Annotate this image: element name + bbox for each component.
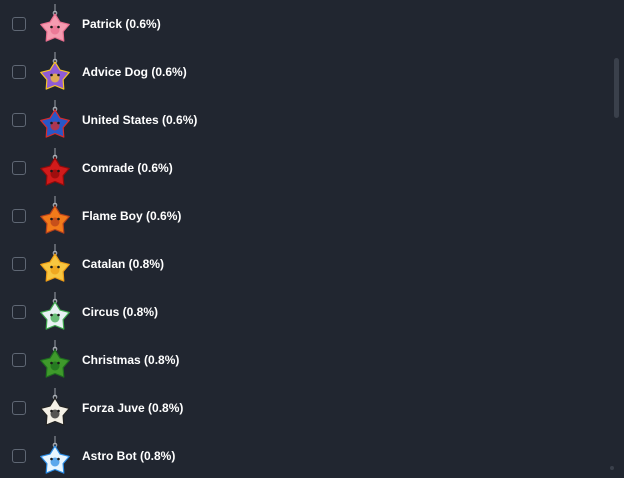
list-item[interactable]: Comrade (0.6%) bbox=[0, 144, 604, 192]
item-checkbox[interactable] bbox=[12, 449, 26, 463]
item-checkbox[interactable] bbox=[12, 353, 26, 367]
flame-boy-icon bbox=[40, 196, 70, 234]
item-checkbox[interactable] bbox=[12, 305, 26, 319]
circus-star-icon bbox=[40, 292, 70, 330]
item-label: Flame Boy (0.6%) bbox=[82, 209, 182, 223]
list-item[interactable]: Advice Dog (0.6%) bbox=[0, 48, 604, 96]
item-list: Patrick (0.6%) Advice Dog (0.6%) United St… bbox=[0, 0, 624, 478]
item-checkbox[interactable] bbox=[12, 401, 26, 415]
astro-bot-star-icon bbox=[40, 436, 70, 474]
item-checkbox[interactable] bbox=[12, 65, 26, 79]
comrade-star-icon bbox=[40, 148, 70, 186]
list-item[interactable]: Catalan (0.8%) bbox=[0, 240, 604, 288]
forza-juve-star-icon bbox=[40, 388, 70, 426]
item-label: Catalan (0.8%) bbox=[82, 257, 165, 271]
advice-dog-icon bbox=[40, 52, 70, 90]
item-label: Comrade (0.6%) bbox=[82, 161, 173, 175]
item-checkbox[interactable] bbox=[12, 209, 26, 223]
item-checkbox[interactable] bbox=[12, 113, 26, 127]
item-label: Advice Dog (0.6%) bbox=[82, 65, 187, 79]
list-item[interactable]: Circus (0.8%) bbox=[0, 288, 604, 336]
item-label: Christmas (0.8%) bbox=[82, 353, 180, 367]
list-item[interactable]: Christmas (0.8%) bbox=[0, 336, 604, 384]
resize-handle[interactable] bbox=[610, 466, 614, 470]
list-item[interactable]: United States (0.6%) bbox=[0, 96, 604, 144]
item-checkbox[interactable] bbox=[12, 17, 26, 31]
patrick-star-icon bbox=[40, 4, 70, 42]
item-checkbox[interactable] bbox=[12, 257, 26, 271]
christmas-star-icon bbox=[40, 340, 70, 378]
list-item[interactable]: Astro Bot (0.8%) bbox=[0, 432, 604, 478]
item-label: Circus (0.8%) bbox=[82, 305, 159, 319]
us-flag-star-icon bbox=[40, 100, 70, 138]
item-label: Forza Juve (0.8%) bbox=[82, 401, 184, 415]
item-label: Patrick (0.6%) bbox=[82, 17, 161, 31]
catalan-star-icon bbox=[40, 244, 70, 282]
list-item[interactable]: Forza Juve (0.8%) bbox=[0, 384, 604, 432]
item-label: Astro Bot (0.8%) bbox=[82, 449, 176, 463]
item-checkbox[interactable] bbox=[12, 161, 26, 175]
scrollbar-thumb[interactable] bbox=[614, 58, 619, 118]
list-item[interactable]: Flame Boy (0.6%) bbox=[0, 192, 604, 240]
list-item[interactable]: Patrick (0.6%) bbox=[0, 0, 604, 48]
item-label: United States (0.6%) bbox=[82, 113, 198, 127]
